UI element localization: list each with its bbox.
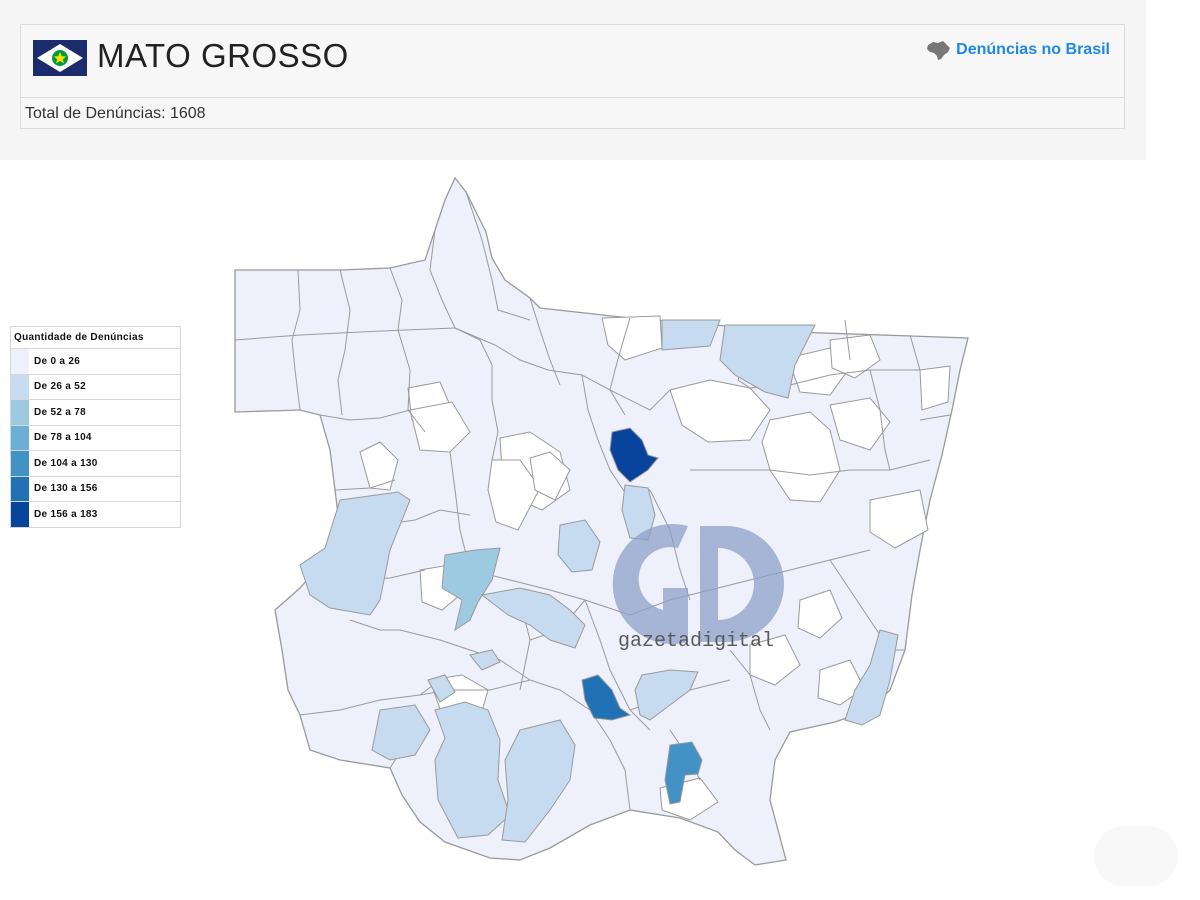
legend-item: De 26 a 52 [11, 374, 180, 400]
legend-item: De 78 a 104 [11, 425, 180, 451]
legend-item: De 156 a 183 [11, 502, 180, 527]
legend-item: De 0 a 26 [11, 349, 180, 375]
chat-bubble-button[interactable] [1094, 826, 1178, 886]
legend-swatch [11, 425, 29, 450]
watermark-brand: gazetadigital [618, 630, 774, 653]
brasil-denuncias-link[interactable]: Denúncias no Brasil [925, 39, 1110, 61]
legend-label: De 104 a 130 [34, 457, 98, 469]
legend-swatch [11, 476, 29, 501]
legend-label: De 156 a 183 [34, 508, 98, 520]
legend-swatch [11, 349, 29, 374]
gazetadigital-watermark-icon: gazetadigital [612, 524, 784, 653]
total-denuncias: Total de Denúncias: 1608 [25, 105, 206, 122]
legend-label: De 0 a 26 [34, 355, 81, 367]
state-header: MATO GROSSO Denúncias no Brasil Total de… [20, 24, 1125, 129]
legend-label: De 130 a 156 [34, 483, 98, 495]
legend-item: De 130 a 156 [11, 476, 180, 502]
legend-label: De 26 a 52 [34, 381, 86, 393]
legend-swatch [11, 502, 29, 527]
legend-item: De 52 a 78 [11, 400, 180, 426]
mato-grosso-choropleth-map [234, 176, 969, 866]
legend-swatch [11, 400, 29, 425]
legend-label: De 52 a 78 [34, 406, 86, 418]
brazil-map-icon [927, 41, 951, 60]
page-title: MATO GROSSO [97, 37, 349, 74]
legend-swatch [11, 451, 29, 476]
legend-item: De 104 a 130 [11, 451, 180, 477]
legend-title: Quantidade de Denúncias [11, 327, 180, 349]
map-legend: Quantidade de Denúncias De 0 a 26 De 26 … [10, 326, 181, 528]
mato-grosso-flag-icon [33, 40, 87, 76]
brasil-link-label[interactable]: Denúncias no Brasil [956, 41, 1110, 59]
header-title-row: MATO GROSSO Denúncias no Brasil [21, 25, 1124, 98]
legend-swatch [11, 374, 29, 399]
legend-label: De 78 a 104 [34, 432, 92, 444]
